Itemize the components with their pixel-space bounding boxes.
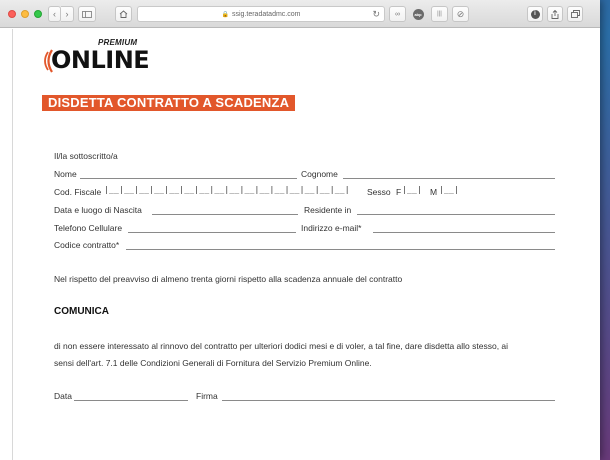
sesso-m-box[interactable]: |__|	[439, 185, 459, 194]
close-window-button[interactable]	[8, 10, 16, 18]
block-icon: ⊘	[456, 8, 465, 19]
block-extension-button[interactable]: ⊘	[452, 6, 469, 22]
nome-field[interactable]	[80, 178, 297, 179]
chevron-left-icon: ‹	[53, 8, 56, 19]
bars-icon: |||	[437, 11, 442, 17]
tabs-overview-button[interactable]	[567, 6, 583, 22]
nome-label: Nome	[54, 169, 77, 179]
sesso-f-box[interactable]: |__|	[402, 185, 422, 194]
browser-toolbar: ‹ › 🔒 ssig.teradatadmc.com ↻ ∞ abp ||| ⊘…	[0, 0, 600, 28]
lock-icon: 🔒	[221, 11, 229, 18]
email-field[interactable]	[373, 232, 555, 233]
premium-online-logo: PREMIUM ONLINE	[42, 38, 152, 78]
adblock-icon: abp	[412, 8, 424, 20]
home-icon	[119, 10, 128, 18]
share-button[interactable]	[547, 6, 563, 22]
cod-fiscale-boxes[interactable]: |__|__|__|__|__|__|__|__|__|__|__|__|__|…	[104, 185, 350, 194]
sesso-f-label: F	[396, 187, 402, 197]
chevron-right-icon: ›	[65, 8, 69, 19]
info-icon: i	[530, 9, 540, 19]
cognome-label: Cognome	[301, 169, 338, 179]
logo-online-text: ONLINE	[51, 46, 150, 74]
reload-icon[interactable]: ↻	[372, 9, 380, 20]
adblock-extension-button[interactable]: abp	[411, 7, 425, 21]
key-icon: ∞	[395, 10, 400, 18]
cod-fiscale-label: Cod. Fiscale	[54, 187, 102, 197]
data-label: Data	[54, 391, 72, 401]
sesso-label: Sesso	[367, 187, 391, 197]
nascita-label: Data e luogo di Nascita	[54, 205, 142, 215]
comunica-heading: COMUNICA	[54, 306, 109, 317]
telefono-label: Telefono Cellulare	[54, 223, 123, 233]
sidebar-button[interactable]	[78, 6, 96, 22]
bars-extension-button[interactable]: |||	[431, 6, 448, 22]
notice-text: Nel rispetto del preavviso di almeno tre…	[54, 274, 403, 284]
maximize-window-button[interactable]	[34, 10, 42, 18]
email-label: Indirizzo e-mail*	[301, 223, 362, 233]
minimize-window-button[interactable]	[21, 10, 29, 18]
codice-label: Codice contratto*	[54, 240, 120, 250]
back-button[interactable]: ‹	[48, 6, 61, 22]
firma-field[interactable]	[222, 400, 555, 401]
info-button[interactable]: i	[527, 6, 543, 22]
url-text: ssig.teradatadmc.com	[232, 10, 301, 18]
cognome-field[interactable]	[343, 178, 555, 179]
form-title-banner: DISDETTA CONTRATTO A SCADENZA	[42, 95, 296, 111]
telefono-field[interactable]	[128, 232, 296, 233]
codice-field[interactable]	[126, 249, 555, 250]
address-bar[interactable]: 🔒 ssig.teradatadmc.com ↻	[137, 6, 385, 22]
residente-label: Residente in	[304, 205, 352, 215]
key-extension-button[interactable]: ∞	[389, 6, 406, 22]
data-field[interactable]	[74, 400, 188, 401]
tabs-icon	[570, 10, 580, 18]
sesso-m-label: M	[430, 187, 438, 197]
body-text-line2: sensi dell'art. 7.1 delle Condizioni Gen…	[54, 358, 372, 368]
home-button[interactable]	[115, 6, 132, 22]
browser-window: ‹ › 🔒 ssig.teradatadmc.com ↻ ∞ abp ||| ⊘…	[0, 0, 600, 460]
residente-field[interactable]	[357, 214, 555, 215]
nascita-field[interactable]	[152, 214, 298, 215]
undersigned-label: Il/la sottoscritto/a	[54, 151, 118, 161]
share-icon	[551, 9, 559, 19]
sidebar-icon	[82, 10, 92, 18]
firma-label: Firma	[196, 391, 218, 401]
forward-button[interactable]: ›	[61, 6, 74, 22]
body-text-line1: di non essere interessato al rinnovo del…	[54, 341, 509, 351]
